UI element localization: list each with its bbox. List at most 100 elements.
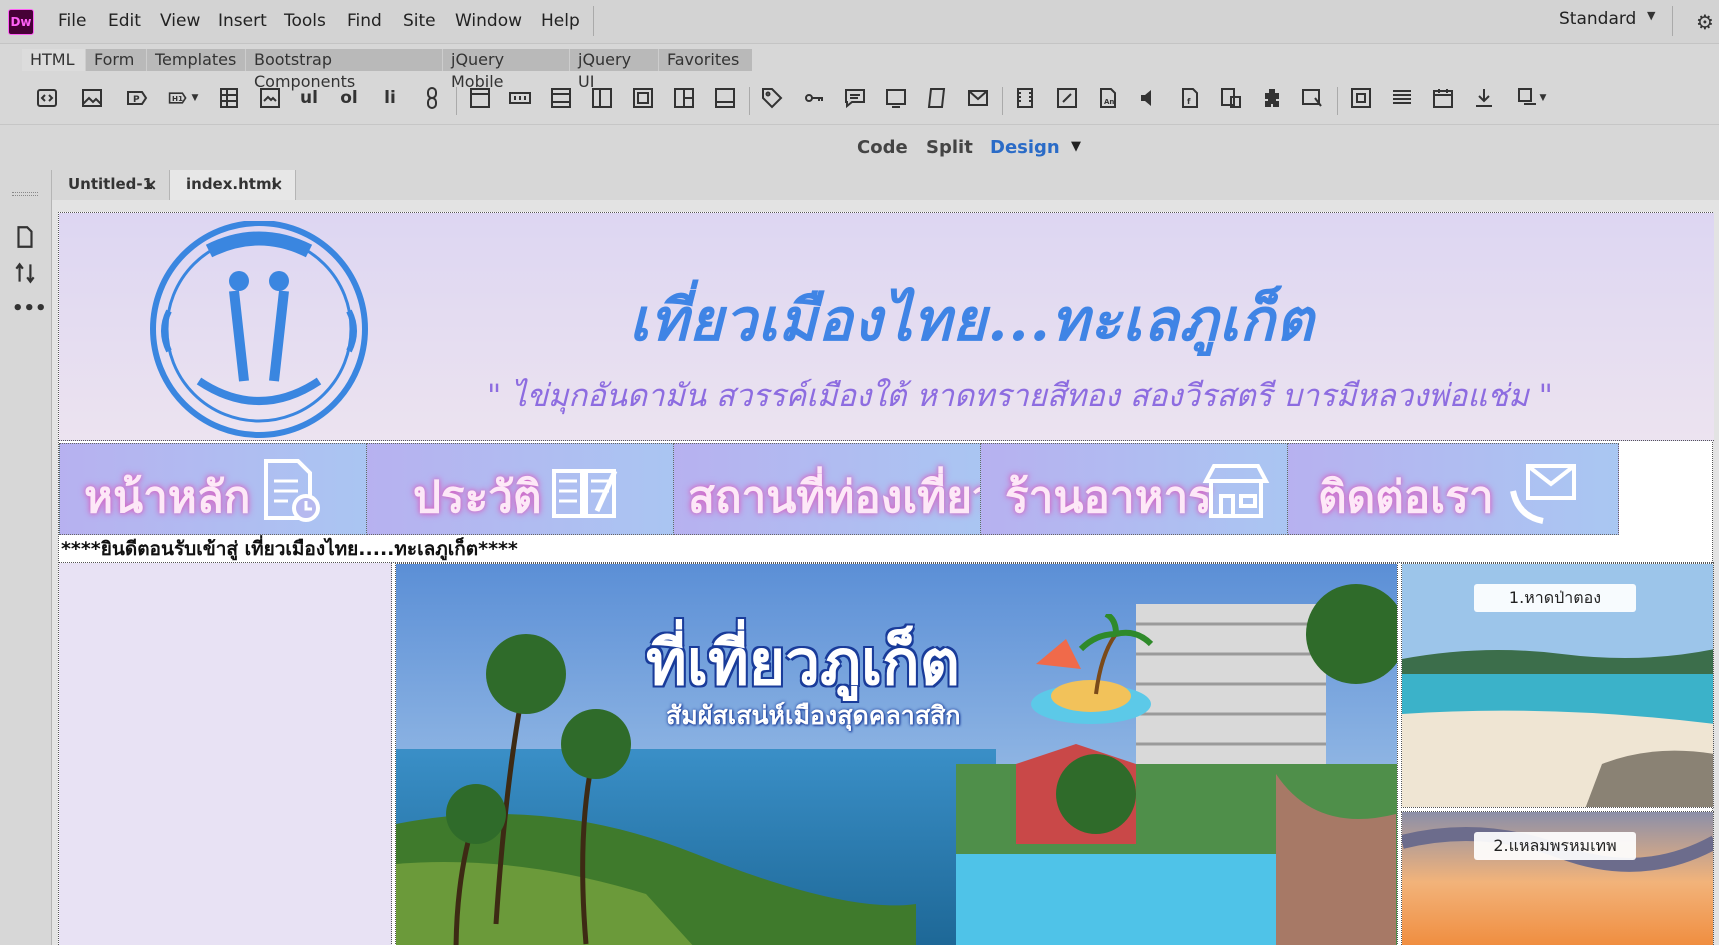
province-seal-icon [150, 221, 368, 438]
dreamweaver-logo-icon: Dw [8, 9, 34, 35]
close-icon[interactable]: × [144, 171, 157, 199]
ordered-list-button[interactable]: ol [335, 84, 363, 112]
article-icon[interactable] [629, 84, 657, 112]
code-view-button[interactable]: Code [857, 137, 908, 158]
section-icon[interactable] [670, 84, 698, 112]
nav-label: ประวัติ [413, 472, 542, 523]
chevron-down-icon[interactable]: ▼ [1071, 139, 1081, 154]
div-insert-icon[interactable] [33, 84, 61, 112]
design-canvas[interactable]: เที่ยวเมืองไทย...ทะเลภูเก็ต " ไข่มุกอันด… [52, 200, 1719, 945]
svg-text:f: f [1187, 97, 1191, 106]
tab-jquery-ui[interactable]: jQuery UI [570, 49, 659, 91]
page-body[interactable]: เที่ยวเมืองไทย...ทะเลภูเก็ต " ไข่มุกอันด… [58, 212, 1714, 945]
welcome-marquee: ****ยินดีตอนรับเข้าสู่ เที่ยวเมืองไทย...… [59, 535, 1714, 563]
character-icon[interactable]: ▼ [1511, 84, 1551, 112]
animate-icon[interactable]: An [1094, 84, 1122, 112]
paragraph-icon[interactable]: P [123, 84, 151, 112]
menu-insert[interactable]: Insert [218, 11, 267, 31]
menu-edit[interactable]: Edit [108, 11, 141, 31]
menu-tools[interactable]: Tools [284, 11, 326, 31]
iframe-icon[interactable] [1347, 84, 1375, 112]
footer-icon[interactable] [711, 84, 739, 112]
site-banner[interactable]: เที่ยวเมืองไทย...ทะเลภูเก็ต " ไข่มุกอันด… [59, 213, 1714, 441]
nav-item-home[interactable]: หน้าหลัก [59, 443, 391, 535]
island-sticker-icon [1031, 614, 1154, 724]
comment-icon[interactable] [841, 84, 869, 112]
hero-image[interactable]: ที่เที่ยวภูเก็ต สัมผัสเสน่ห์เมืองสุดคลาส… [395, 563, 1398, 945]
flash-icon[interactable]: f [1176, 84, 1204, 112]
sort-icon[interactable] [12, 260, 38, 286]
list-item-button[interactable]: li [376, 84, 404, 112]
left-sidebar-column[interactable] [59, 563, 392, 945]
header-icon[interactable] [466, 84, 494, 112]
responsive-icon[interactable] [882, 84, 910, 112]
workspace-label: Standard [1559, 9, 1637, 29]
tab-bootstrap-components[interactable]: Bootstrap Components [246, 49, 443, 91]
image-icon[interactable] [78, 84, 106, 112]
script-icon[interactable] [923, 84, 951, 112]
drag-handle[interactable] [12, 192, 38, 196]
more-icon[interactable]: ••• [12, 298, 47, 324]
key-icon[interactable] [800, 84, 828, 112]
main-icon[interactable] [547, 84, 575, 112]
plugin-icon[interactable] [1258, 84, 1286, 112]
menu-find[interactable]: Find [347, 11, 382, 31]
heading-icon[interactable]: H1 ▼ [165, 84, 201, 112]
nav-item-contact[interactable]: ติดต่อเรา [1287, 443, 1619, 535]
tab-html[interactable]: HTML [22, 49, 86, 71]
close-icon[interactable]: × [270, 171, 283, 199]
navigation-icon[interactable] [506, 84, 534, 112]
table-icon[interactable] [215, 84, 243, 112]
view-switcher-bar: Code Split Design ▼ [0, 124, 1719, 170]
video-icon[interactable] [1011, 84, 1039, 112]
tab-templates[interactable]: Templates [147, 49, 246, 71]
nav-item-restaurants[interactable]: ร้านอาหาร [980, 443, 1312, 535]
chevron-down-icon: ▼ [1647, 9, 1656, 22]
nav-item-history[interactable]: ประวัติ [366, 443, 698, 535]
toolbar-divider [749, 87, 750, 115]
nav-label: ติดต่อเรา [1318, 472, 1494, 523]
tab-form[interactable]: Form [86, 49, 147, 71]
date-icon[interactable] [1429, 84, 1457, 112]
document-tabs: Untitled-1 × index.html × [52, 170, 1719, 200]
beach-image-promthep[interactable]: 2.แหลมพรหมเทพ [1401, 811, 1714, 945]
unordered-list-button[interactable]: ul [295, 84, 323, 112]
design-view-button[interactable]: Design [990, 137, 1060, 158]
tab-jquery-mobile[interactable]: jQuery Mobile [443, 49, 570, 91]
site-title: เที่ยวเมืองไทย...ทะเลภูเก็ต [629, 286, 1315, 354]
hero-subtitle: สัมผัสเสน่ห์เมืองสุดคลาสสิก [666, 701, 961, 730]
workspace-switcher[interactable]: Standard ▼ [1559, 9, 1655, 29]
aside-icon[interactable] [588, 84, 616, 112]
tag-icon[interactable] [758, 84, 786, 112]
menu-site[interactable]: Site [403, 11, 436, 31]
horizontal-rule-icon[interactable] [1388, 84, 1416, 112]
email-icon[interactable] [964, 84, 992, 112]
menu-help[interactable]: Help [541, 11, 580, 31]
canvas-icon[interactable] [1053, 84, 1081, 112]
nav-label: ร้านอาหาร [1005, 472, 1212, 523]
split-view-button[interactable]: Split [926, 137, 973, 158]
audio-icon[interactable] [1135, 84, 1163, 112]
insert-toolbar: P H1 ▼ ul ol li An f ▼ [0, 78, 1719, 122]
toolbar-divider [456, 87, 457, 115]
toolbar-divider [1337, 87, 1338, 115]
figure-icon[interactable] [256, 84, 284, 112]
gear-icon[interactable]: ⚙ [1696, 10, 1716, 34]
tab-favorites[interactable]: Favorites [659, 49, 752, 71]
doc-tab-index[interactable]: index.html × [170, 170, 296, 200]
menu-view[interactable]: View [160, 11, 200, 31]
download-icon[interactable] [1470, 84, 1498, 112]
flash-video-icon[interactable] [1217, 84, 1245, 112]
insert-panel-tabs: HTML Form Templates Bootstrap Components… [22, 49, 752, 91]
new-file-icon[interactable] [12, 224, 38, 250]
rollover-image-icon[interactable] [1299, 84, 1327, 112]
beach-image-patong[interactable]: 1.หาดป่าตอง [1401, 563, 1714, 808]
menu-file[interactable]: File [58, 11, 86, 31]
doc-tab-label: index.html [186, 175, 277, 193]
document-clock-icon [264, 459, 320, 522]
doc-tab-untitled[interactable]: Untitled-1 × [52, 170, 170, 200]
menu-window[interactable]: Window [455, 11, 522, 31]
svg-text:P: P [133, 95, 140, 105]
nav-item-attractions[interactable]: สถานที่ท่องเที่ยว [673, 443, 1005, 535]
hyperlink-icon[interactable] [418, 84, 446, 112]
